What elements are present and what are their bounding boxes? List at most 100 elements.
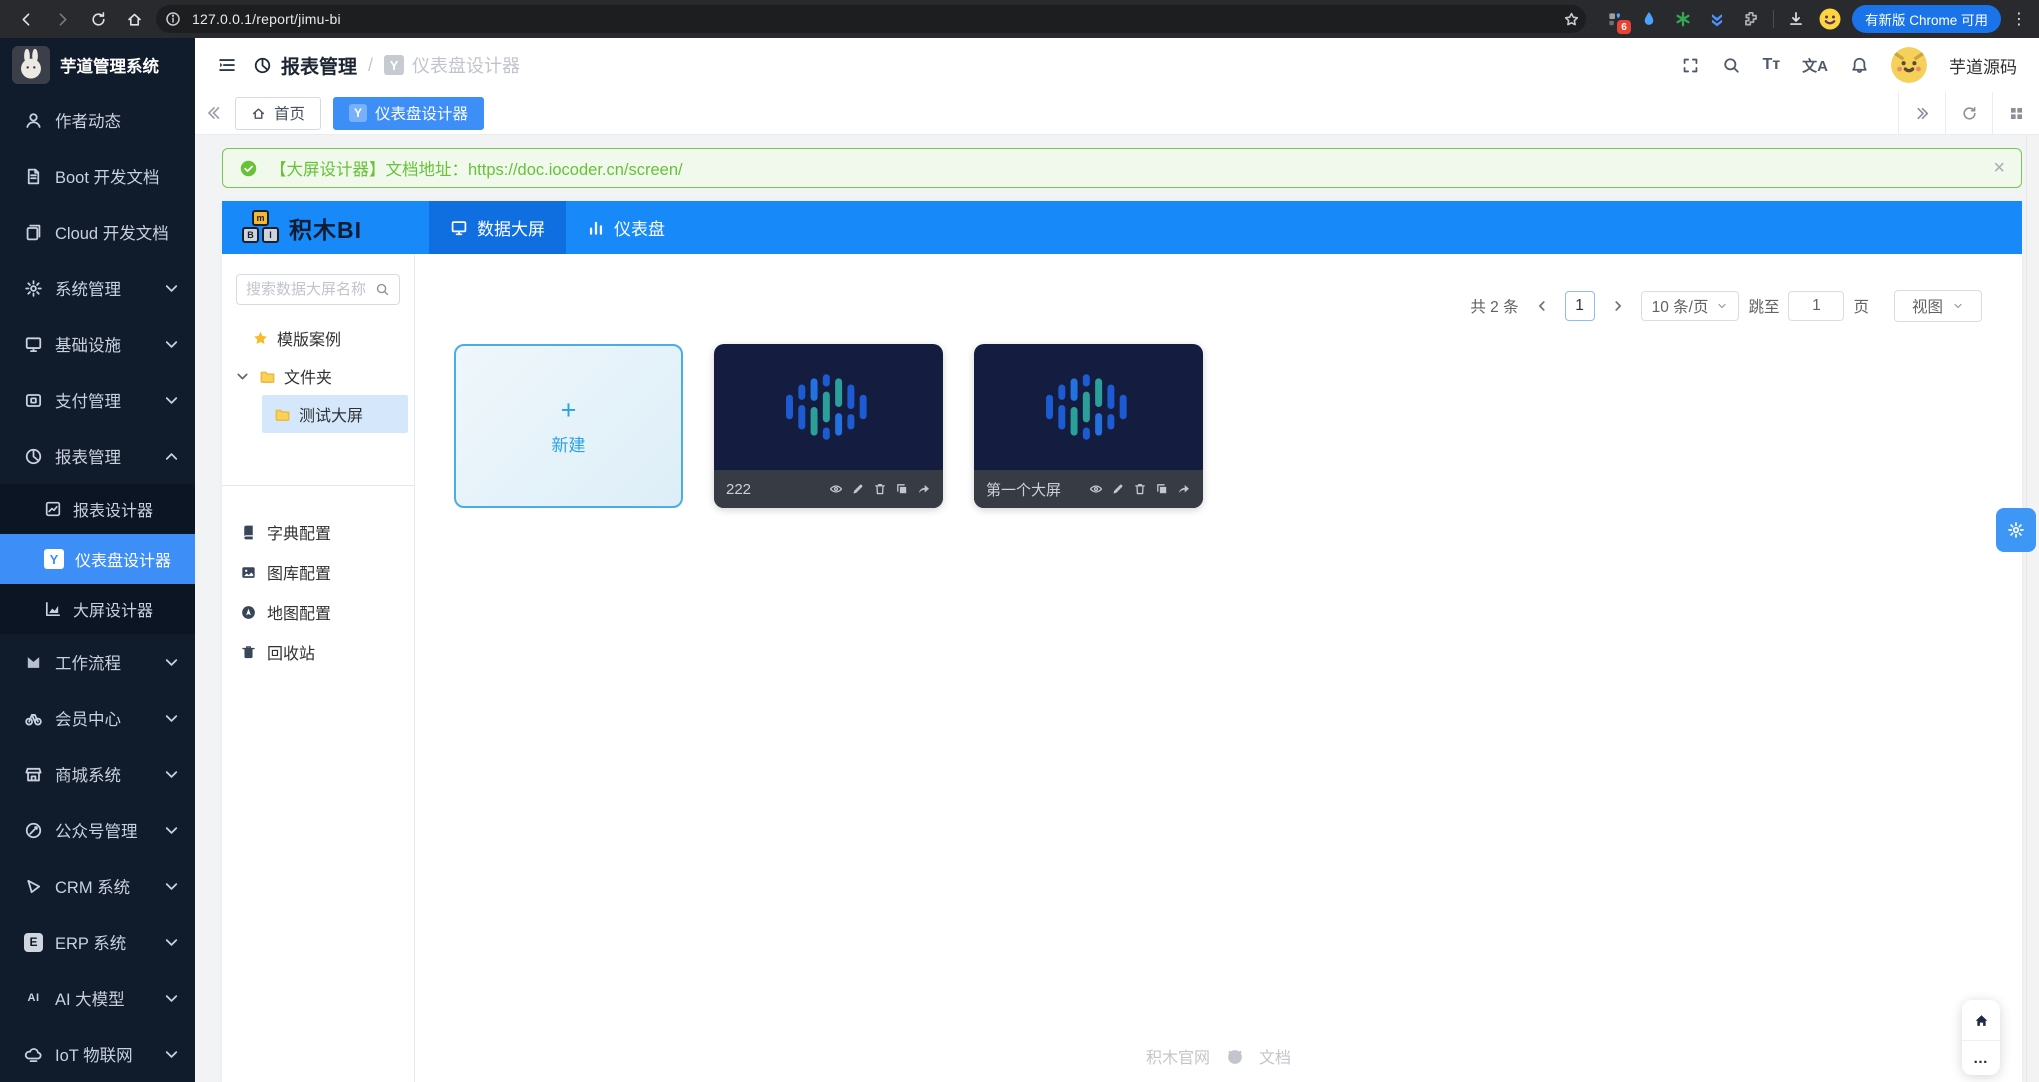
menu-item-map-config[interactable]: 地图配置 <box>222 592 414 632</box>
bi-header: m B I 积木BI 数据大屏 仪表盘 <box>222 201 2022 254</box>
sidebar-item-wechat[interactable]: 公众号管理 <box>0 802 195 858</box>
map-icon <box>240 604 257 621</box>
browser-menu-button[interactable]: ⋮ <box>2011 9 2027 29</box>
tab-refresh-button[interactable] <box>1945 92 1992 134</box>
user-avatar[interactable] <box>1891 47 1927 83</box>
edit-pencil-icon[interactable] <box>1111 482 1125 496</box>
tree-item-templates[interactable]: 模版案例 <box>222 319 414 357</box>
tree-label: 测试大屏 <box>299 402 363 426</box>
share-icon[interactable] <box>917 482 931 496</box>
sidebar-item-report[interactable]: 报表管理 <box>0 428 195 484</box>
fullscreen-icon[interactable] <box>1681 56 1700 75</box>
search-icon[interactable] <box>375 282 390 297</box>
bi-logo: m B I 积木BI <box>222 201 415 254</box>
menu-label: 回收站 <box>267 640 315 664</box>
search-icon[interactable] <box>1722 56 1741 75</box>
chrome-update-button[interactable]: 有新版 Chrome 可用 <box>1852 5 2001 33</box>
username[interactable]: 芋道源码 <box>1949 53 2017 78</box>
copy-icon[interactable] <box>895 482 909 496</box>
extension-icon[interactable]: 6 <box>1603 7 1627 31</box>
sidebar-item-report-designer[interactable]: 报表设计器 <box>0 484 195 534</box>
extension-chevrons-icon[interactable] <box>1705 7 1729 31</box>
y-badge-icon: Y <box>44 549 64 569</box>
more-actions-button[interactable]: … <box>1962 1041 2000 1075</box>
extension-drop-icon[interactable] <box>1637 7 1661 31</box>
folder-tree: 模版案例 文件夹 测试大屏 <box>222 319 414 433</box>
delete-trash-icon[interactable] <box>1133 482 1147 496</box>
tree-item-test-screen[interactable]: 测试大屏 <box>262 395 408 433</box>
delete-trash-icon[interactable] <box>873 482 887 496</box>
sidebar-item-label: 商城系统 <box>55 762 121 786</box>
copy-icon[interactable] <box>1155 482 1169 496</box>
extensions-puzzle-button[interactable] <box>1739 7 1763 31</box>
github-icon[interactable] <box>1225 1047 1244 1066</box>
sidebar-item-label: AI 大模型 <box>55 986 125 1010</box>
new-screen-card[interactable]: + 新建 <box>454 344 683 508</box>
preview-eye-icon[interactable] <box>829 482 843 496</box>
screen-card[interactable]: 222 <box>714 344 943 508</box>
tab-home[interactable]: 首页 <box>235 97 321 130</box>
notification-bell-icon[interactable] <box>1850 56 1869 75</box>
sidebar-item-boot-docs[interactable]: Boot 开发文档 <box>0 148 195 204</box>
screen-card[interactable]: 第一个大屏 <box>974 344 1203 508</box>
translate-icon[interactable]: 文A <box>1802 55 1828 76</box>
breadcrumb-section[interactable]: 报表管理 <box>281 52 357 79</box>
browser-home-button[interactable] <box>120 5 148 33</box>
profile-avatar[interactable] <box>1818 7 1842 31</box>
prev-page-button[interactable] <box>1528 292 1556 320</box>
sidebar-item-erp[interactable]: E ERP 系统 <box>0 914 195 970</box>
sidebar-item-payment[interactable]: 支付管理 <box>0 372 195 428</box>
alert-close-icon[interactable]: × <box>1993 158 2005 178</box>
browser-reload-button[interactable] <box>84 5 112 33</box>
view-dropdown-button[interactable]: 视图 <box>1894 290 1982 322</box>
browser-back-button[interactable] <box>12 5 40 33</box>
menu-collapse-button[interactable] <box>217 55 237 75</box>
site-info-button[interactable] <box>162 8 184 30</box>
sidebar-item-author[interactable]: 作者动态 <box>0 92 195 148</box>
next-page-button[interactable] <box>1604 292 1632 320</box>
sidebar-item-screen-designer[interactable]: 大屏设计器 <box>0 584 195 634</box>
tab-layout-button[interactable] <box>1992 92 2039 134</box>
sidebar-item-mall[interactable]: 商城系统 <box>0 746 195 802</box>
address-bar[interactable]: 127.0.0.1/report/jimu-bi <box>156 5 1586 33</box>
menu-item-dict-config[interactable]: 字典配置 <box>222 512 414 552</box>
tree-item-folder[interactable]: 文件夹 <box>222 357 414 395</box>
footer-site-link[interactable]: 积木官网 <box>1146 1044 1210 1068</box>
sidebar-item-label: Cloud 开发文档 <box>55 220 169 244</box>
footer-doc-link[interactable]: 文档 <box>1259 1044 1291 1068</box>
tree-expand-icon[interactable] <box>234 368 251 385</box>
tab-dashboard-designer[interactable]: Y 仪表盘设计器 <box>333 97 484 130</box>
back-icon <box>18 11 35 28</box>
card-title: 第一个大屏 <box>986 479 1061 500</box>
sidebar-item-dashboard-designer[interactable]: Y 仪表盘设计器 <box>0 534 195 584</box>
preview-eye-icon[interactable] <box>1089 482 1103 496</box>
sidebar-item-crm[interactable]: CRM 系统 <box>0 858 195 914</box>
settings-gear-button[interactable] <box>1996 508 2036 552</box>
page-size-select[interactable]: 10 条/页 <box>1641 291 1740 321</box>
tabs-scroll-right-button[interactable] <box>1898 92 1945 134</box>
extension-clover-icon[interactable] <box>1671 7 1695 31</box>
sidebar-item-cloud-docs[interactable]: Cloud 开发文档 <box>0 204 195 260</box>
bi-tab-data-screen[interactable]: 数据大屏 <box>429 201 566 254</box>
back-home-button[interactable] <box>1962 1000 2000 1040</box>
sidebar-item-workflow[interactable]: 工作流程 <box>0 634 195 690</box>
menu-item-gallery-config[interactable]: 图库配置 <box>222 552 414 592</box>
font-size-icon[interactable]: Tт <box>1763 56 1781 74</box>
downloads-button[interactable] <box>1784 7 1808 31</box>
sidebar-item-ai[interactable]: AI AI 大模型 <box>0 970 195 1026</box>
bi-tab-dashboard[interactable]: 仪表盘 <box>566 201 686 254</box>
search-input[interactable] <box>246 281 369 298</box>
scrollbar-track[interactable] <box>2026 135 2039 1082</box>
jump-page-input[interactable] <box>1788 291 1844 321</box>
sidebar-item-iot[interactable]: IoT 物联网 <box>0 1026 195 1082</box>
share-icon[interactable] <box>1177 482 1191 496</box>
page-number-button[interactable]: 1 <box>1565 291 1595 321</box>
tabs-scroll-left-icon[interactable] <box>205 104 223 122</box>
sidebar-item-member[interactable]: 会员中心 <box>0 690 195 746</box>
bookmark-star-icon[interactable] <box>1563 11 1580 28</box>
menu-item-recycle-bin[interactable]: 回收站 <box>222 632 414 672</box>
sidebar-item-system[interactable]: 系统管理 <box>0 260 195 316</box>
sidebar-item-infra[interactable]: 基础设施 <box>0 316 195 372</box>
edit-pencil-icon[interactable] <box>851 482 865 496</box>
browser-forward-button[interactable] <box>48 5 76 33</box>
